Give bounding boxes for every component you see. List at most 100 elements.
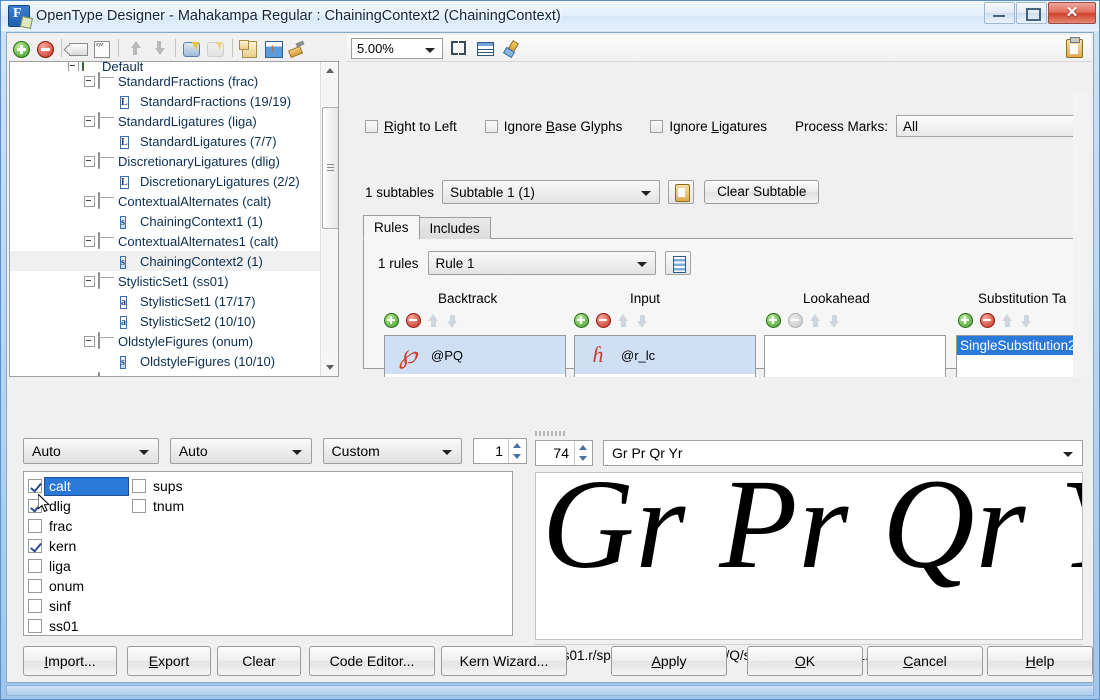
feature-list[interactable]: caltdligfrackernligaonumsinfss01subs sup… [23, 471, 513, 636]
tree-item-6[interactable]: ContextualAlternates (calt) [10, 191, 338, 211]
move-up-icon[interactable] [810, 314, 821, 328]
ignore-ligatures-checkbox[interactable] [650, 120, 663, 133]
add-icon[interactable] [384, 313, 399, 328]
direction-combo[interactable]: Custom [323, 438, 463, 464]
feature-item-frac[interactable]: frac [28, 516, 128, 536]
add-icon[interactable] [10, 37, 32, 59]
properties-icon[interactable] [262, 37, 284, 59]
move-down-icon[interactable] [447, 314, 458, 328]
list-item[interactable]: ɦ @r_lc [575, 336, 755, 374]
hierarchy-icon[interactable] [238, 37, 260, 59]
feature-item-liga[interactable]: liga [28, 556, 128, 576]
move-up-icon[interactable] [124, 37, 146, 59]
ok-button[interactable]: OK [747, 646, 863, 676]
import-button[interactable]: Import... [23, 646, 117, 676]
feature-item-onum[interactable]: onum [28, 576, 128, 596]
help-button[interactable]: Help [987, 646, 1093, 676]
close-button[interactable]: ✕ [1048, 2, 1096, 24]
tree-item-5[interactable]: LDiscretionaryLigatures (2/2) [10, 171, 338, 191]
expander-icon[interactable] [84, 156, 95, 167]
index-spinner[interactable]: 1 [473, 438, 527, 464]
feature-item-calt[interactable]: calt [28, 476, 128, 496]
add-icon[interactable] [574, 313, 589, 328]
expander-icon[interactable] [84, 196, 95, 207]
expander-icon[interactable] [68, 62, 79, 71]
kern-wizard-button[interactable]: Kern Wizard... [441, 646, 567, 676]
remove-icon[interactable] [406, 313, 421, 328]
tree-item-9[interactable]: sChainingContext2 (1) [10, 251, 338, 271]
clear-button[interactable]: Clear [217, 646, 301, 676]
maximize-button[interactable] [1016, 2, 1047, 24]
feature-checkbox-frac[interactable] [28, 519, 42, 533]
sample-text-combo[interactable]: Gr Pr Qr Yr [603, 440, 1083, 466]
process-marks-combo[interactable]: All [896, 115, 1087, 137]
feature-checkbox-sups[interactable] [132, 479, 146, 493]
feature-item-kern[interactable]: kern [28, 536, 128, 556]
code-editor-button[interactable]: Code Editor... [309, 646, 435, 676]
tree-item-13[interactable]: OldstyleFigures (onum) [10, 331, 338, 351]
ignore-base-glyphs-checkbox[interactable] [485, 120, 498, 133]
lookahead-list[interactable] [764, 335, 946, 377]
compile-icon[interactable] [181, 37, 203, 59]
scroll-thumb[interactable] [322, 107, 339, 229]
remove-icon[interactable] [980, 313, 995, 328]
right-to-left-checkbox[interactable] [365, 120, 378, 133]
spinner-buttons[interactable] [574, 441, 592, 465]
lookup-tree[interactable]: DefaultStandardFractions (frac)LStandard… [9, 61, 339, 377]
feature-item-sups[interactable]: sups [132, 476, 188, 496]
size-spinner[interactable]: 74 [535, 440, 593, 466]
move-down-icon[interactable] [829, 314, 840, 328]
move-up-icon[interactable] [428, 314, 439, 328]
clean-icon[interactable] [286, 37, 308, 59]
glyph-sheet-icon[interactable] [91, 37, 113, 59]
tree-item-15[interactable]: TabularFigures (tnum) [10, 371, 338, 377]
splitter-grip[interactable] [535, 431, 565, 436]
cancel-button[interactable]: Cancel [867, 646, 983, 676]
feature-checkbox-kern[interactable] [28, 539, 42, 553]
move-up-icon[interactable] [1002, 314, 1013, 328]
input-list[interactable]: ɦ @r_lc [574, 335, 756, 377]
feature-item-dlig[interactable]: dlig [28, 496, 128, 516]
move-down-icon[interactable] [148, 37, 170, 59]
list-item[interactable]: SingleSubstitution2 [957, 336, 1073, 355]
tree-item-11[interactable]: aStylisticSet1 (17/17) [10, 291, 338, 311]
remove-icon[interactable] [596, 313, 611, 328]
add-icon[interactable] [958, 313, 973, 328]
tab-rules[interactable]: Rules [363, 215, 420, 239]
expander-icon[interactable] [84, 76, 95, 87]
expander-icon[interactable] [84, 376, 95, 378]
scroll-up-icon[interactable] [321, 62, 338, 79]
tree-item-default[interactable]: Default [10, 62, 338, 71]
substitution-table-list[interactable]: SingleSubstitution2 [956, 335, 1074, 377]
fit-to-window-icon[interactable] [449, 38, 469, 58]
feature-checkbox-calt[interactable] [28, 479, 42, 493]
tree-item-12[interactable]: aStylisticSet2 (10/10) [10, 311, 338, 331]
feature-checkbox-ss01[interactable] [28, 619, 42, 633]
tree-item-7[interactable]: sChainingContext1 (1) [10, 211, 338, 231]
paste-subtable-button[interactable] [668, 180, 694, 204]
list-item[interactable]: ℘ @PQ [385, 336, 565, 374]
expander-icon[interactable] [84, 336, 95, 347]
tree-item-1[interactable]: LStandardFractions (19/19) [10, 91, 338, 111]
tree-item-4[interactable]: DiscretionaryLigatures (dlig) [10, 151, 338, 171]
tree-item-14[interactable]: sOldstyleFigures (10/10) [10, 351, 338, 371]
scroll-down-icon[interactable] [321, 359, 338, 376]
subtable-combo[interactable]: Subtable 1 (1) [442, 180, 660, 204]
tree-item-3[interactable]: LStandardLigatures (7/7) [10, 131, 338, 151]
move-up-icon[interactable] [618, 314, 629, 328]
export-button[interactable]: Export [127, 646, 211, 676]
move-down-icon[interactable] [637, 314, 648, 328]
move-down-icon[interactable] [1021, 314, 1032, 328]
tree-scrollbar[interactable] [320, 62, 338, 376]
glyph-preview-canvas[interactable]: Gr Pr Qr Yr [535, 472, 1083, 640]
feature-checkbox-dlig[interactable] [28, 499, 42, 513]
backtrack-list[interactable]: ℘ @PQ [384, 335, 566, 377]
clear-subtable-button[interactable]: Clear Subtable [704, 180, 819, 204]
feature-item-ss01[interactable]: ss01 [28, 616, 128, 636]
grid-view-icon[interactable] [475, 38, 495, 58]
expander-icon[interactable] [84, 276, 95, 287]
remove-icon[interactable] [34, 37, 56, 59]
add-icon[interactable] [766, 313, 781, 328]
script-combo[interactable]: Auto [23, 438, 159, 464]
apply-button[interactable]: Apply [611, 646, 727, 676]
